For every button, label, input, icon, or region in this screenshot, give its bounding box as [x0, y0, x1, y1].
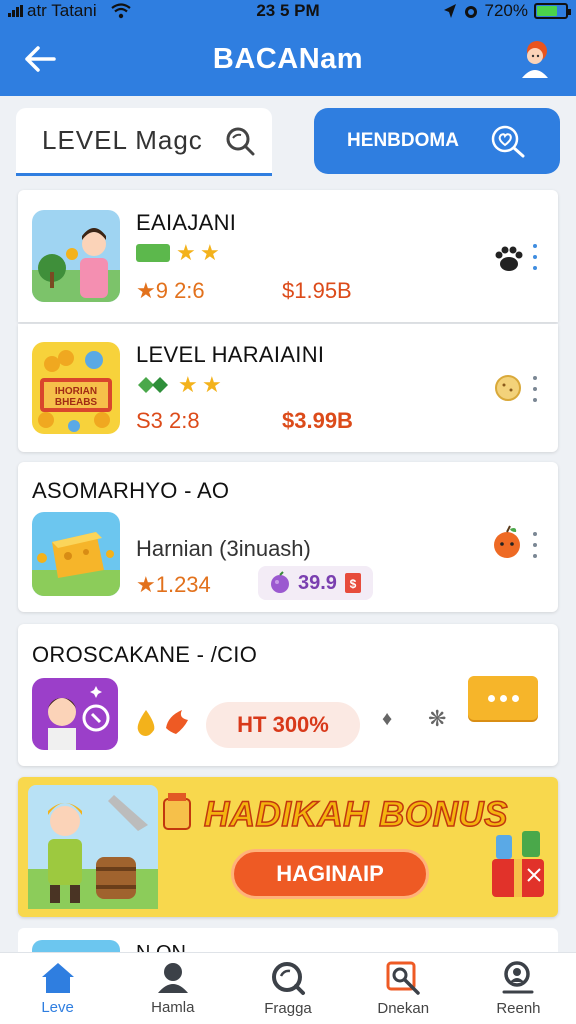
item-thumbnail: [32, 512, 120, 596]
item-title: EAIAJANI: [136, 210, 237, 235]
item-thumbnail: IHORIAN BHEABS: [32, 342, 120, 434]
more-options-button[interactable]: [530, 376, 540, 402]
search-icon[interactable]: [224, 125, 256, 157]
diamond-icon: ♦: [382, 708, 393, 730]
alarm-icon: [464, 6, 477, 18]
flame-icon: [166, 710, 188, 734]
nav-label: Dnekan: [377, 1000, 430, 1017]
arrow-left-icon: [25, 46, 56, 72]
nav-label: Fragga: [264, 1000, 312, 1017]
battery-percent: 720%: [484, 1, 528, 20]
list-item[interactable]: EAIAJANI ★ ★ ★9 2:6 $1.95B: [18, 190, 558, 322]
paw-icon: [495, 246, 523, 271]
level-badge-icon: [136, 244, 170, 262]
bonus-banner[interactable]: HADIKAH BONUS HAGINAIP: [18, 777, 558, 917]
search-input[interactable]: LEVEL Magc: [16, 108, 272, 176]
jar-icon: [163, 793, 191, 830]
user-avatar[interactable]: [516, 39, 556, 79]
search-submit-label: HENBDOMA: [347, 130, 459, 151]
red-tag-icon: $: [344, 573, 361, 593]
app-bar: BACANam: [0, 22, 576, 96]
item-title: LEVEL HARAIAINI: [136, 342, 325, 367]
search-input-value: LEVEL Magc: [42, 125, 203, 155]
nav-item-search[interactable]: Fragga: [230, 953, 345, 1024]
price-chip[interactable]: 39.9 $: [258, 566, 373, 600]
magnify-heart-icon: [491, 125, 525, 158]
dot-icon: [511, 694, 519, 702]
search-submit-button[interactable]: HENBDOMA: [314, 108, 560, 174]
gear-icon: ❋: [428, 706, 447, 731]
nav-item-home[interactable]: Leve: [0, 953, 115, 1024]
cheese-illustration-icon: [32, 512, 120, 596]
cookie-icon: [495, 375, 521, 401]
wifi-icon: [110, 3, 131, 19]
dot-icon: [499, 694, 507, 702]
item-title: ASOMARHYO - AO: [32, 478, 230, 503]
gem-icon: [138, 377, 168, 393]
home-icon: [41, 963, 74, 993]
drop-icon: [137, 710, 155, 736]
back-button[interactable]: [20, 39, 60, 79]
bonus-pill[interactable]: HT 300%: [206, 702, 360, 748]
item-subtitle: Harnian (3inuash): [136, 536, 311, 561]
search-row: LEVEL Magc HENBDOMA: [16, 108, 560, 176]
bottom-navigation: Leve Hamla Fragga Dnekan Reenh: [0, 952, 576, 1024]
person-icon: [157, 963, 188, 993]
nav-item-discover[interactable]: Dnekan: [346, 953, 461, 1024]
item-title: OROSCAKANE - /CIO: [32, 642, 258, 667]
list-item[interactable]: IHORIAN BHEABS LEVEL HARAIAINI ★ ★ S3 2:8…: [18, 324, 558, 452]
item-thumbnail: [32, 678, 118, 750]
location-icon: [443, 4, 456, 18]
status-bar: atr Tatani 23 5 PM 720%: [0, 0, 576, 22]
more-options-button[interactable]: [530, 532, 540, 558]
svg-text:IHORIAN: IHORIAN: [55, 386, 97, 397]
chat-bubble-button[interactable]: [468, 676, 538, 720]
page-title: BACANam: [212, 42, 364, 75]
item-price: 39.9: [298, 571, 337, 594]
item-stat: ★9 2:6: [136, 278, 205, 303]
treasure-chest-icon: IHORIANBHEABS: [32, 342, 120, 434]
nav-label: Hamla: [151, 999, 195, 1016]
nav-label: Reenh: [496, 1000, 541, 1017]
search-icon: [272, 962, 305, 995]
item-stat: ★1.234: [136, 572, 211, 597]
svg-text:$: $: [350, 577, 357, 591]
farmer-illustration-icon: [28, 785, 158, 909]
orange-fruit-icon: [494, 525, 520, 558]
cellular-signal-icon: [8, 5, 23, 17]
battery-icon: [534, 3, 571, 19]
item-price: $1.95B: [282, 278, 352, 303]
nav-item-profile-search[interactable]: Reenh: [461, 953, 576, 1024]
nav-label: Leve: [41, 999, 74, 1016]
list-item[interactable]: ASOMARHYO - AO Harnian (3inuash) ★1.234 …: [18, 462, 558, 612]
kid-avatar-icon: [32, 678, 118, 750]
item-stat: S3 2:8: [136, 408, 200, 433]
clock: 23 5 PM: [256, 1, 320, 20]
teacher-illustration-icon: [32, 210, 120, 302]
avatar-icon: [522, 41, 548, 78]
grape-icon: [271, 571, 289, 593]
bonus-pill-label: HT 300%: [237, 712, 329, 737]
star-icon: ★: [176, 240, 196, 265]
star-icon: ★: [178, 372, 198, 397]
image-search-icon: [386, 961, 420, 995]
nav-item-people[interactable]: Hamla: [115, 953, 230, 1024]
more-options-button[interactable]: [530, 244, 540, 270]
carrier-label: atr Tatani: [27, 1, 97, 20]
svg-text:BHEABS: BHEABS: [55, 397, 98, 408]
banner-cta-button[interactable]: HAGINAIP: [231, 849, 429, 899]
star-icon: ★: [202, 372, 222, 397]
dot-icon: [487, 694, 495, 702]
star-icon: ★: [200, 240, 220, 265]
gift-box-icon: [492, 831, 544, 897]
item-thumbnail: [32, 210, 120, 302]
banner-title: HADIKAH BONUS: [203, 794, 508, 835]
list-item[interactable]: OROSCAKANE - /CIO HT 300% ♦ ❋: [18, 624, 558, 766]
profile-search-icon: [502, 961, 534, 994]
item-price: $3.99B: [282, 408, 353, 433]
